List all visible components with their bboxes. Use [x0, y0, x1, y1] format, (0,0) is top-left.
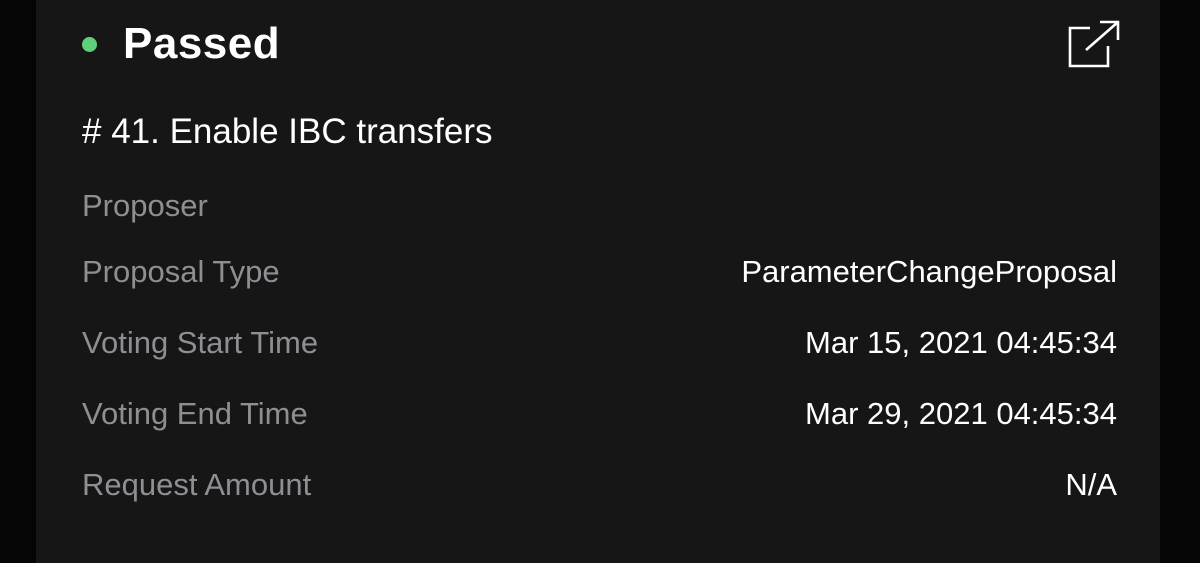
detail-row-voting-end-time: Voting End Time Mar 29, 2021 04:45:34 — [82, 378, 1117, 449]
proposal-details: Proposer Proposal Type ParameterChangePr… — [82, 188, 1117, 520]
status-dot-icon — [82, 36, 97, 52]
external-link-icon[interactable] — [1066, 18, 1122, 70]
status-label: Passed — [123, 19, 281, 68]
detail-label: Voting Start Time — [82, 324, 319, 360]
detail-label: Proposer — [82, 188, 208, 223]
detail-label: Proposal Type — [82, 253, 280, 289]
detail-value: ParameterChangeProposal — [741, 253, 1117, 289]
detail-row-voting-start-time: Voting Start Time Mar 15, 2021 04:45:34 — [82, 307, 1117, 378]
status-header: Passed — [82, 14, 280, 74]
screen: Passed # 41. Enable IBC transfers Propos… — [0, 0, 1200, 563]
proposal-card: Passed # 41. Enable IBC transfers Propos… — [36, 0, 1160, 563]
detail-row-proposer: Proposer — [82, 188, 1117, 236]
detail-value: Mar 29, 2021 04:45:34 — [805, 395, 1117, 431]
proposal-title: # 41. Enable IBC transfers — [82, 112, 493, 151]
detail-value: N/A — [1065, 466, 1117, 502]
detail-label: Voting End Time — [82, 395, 308, 431]
detail-label: Request Amount — [82, 466, 312, 502]
detail-value: Mar 15, 2021 04:45:34 — [805, 324, 1117, 360]
detail-row-proposal-type: Proposal Type ParameterChangeProposal — [82, 236, 1117, 307]
detail-row-request-amount: Request Amount N/A — [82, 449, 1117, 520]
